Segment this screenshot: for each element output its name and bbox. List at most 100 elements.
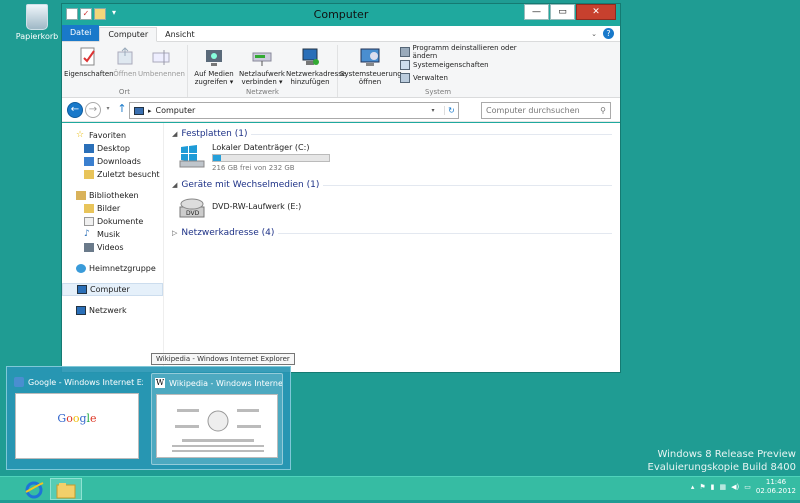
explorer-window: ✓ ▾ Computer — ▭ ✕ Datei Computer Ansich… [61,3,621,373]
tab-view[interactable]: Ansicht [157,28,203,41]
drive-e-name: DVD-RW-Laufwerk (E:) [212,202,302,211]
ie-favicon-icon [14,377,24,387]
rename-icon [150,46,172,68]
taskbar-thumbnail-flyout: Google - Windows Internet Expl... Google… [6,366,291,470]
breadcrumb-separator-icon[interactable]: ▸ [148,107,152,115]
network-drive-icon [251,46,273,68]
collapse-arrow-icon[interactable]: ◢ [172,181,177,189]
nav-downloads-label: Downloads [97,157,141,166]
clock-time: 11:46 [765,478,787,486]
nav-libraries[interactable]: Bibliotheken [62,189,163,202]
recent-locations-icon[interactable]: ▾ [104,102,112,118]
videos-icon [84,243,94,252]
nav-documents[interactable]: Dokumente [62,215,163,228]
nav-network[interactable]: Netzwerk [62,304,163,317]
action-center-flag-icon[interactable]: ⚑ [699,483,705,491]
nav-favorites[interactable]: ☆ Favoriten [62,129,163,142]
expand-arrow-icon[interactable]: ▷ [172,229,177,237]
nav-desktop[interactable]: Desktop [62,142,163,155]
svg-text:DVD: DVD [186,210,200,217]
nav-downloads[interactable]: Downloads [62,155,163,168]
search-icon[interactable]: ⚲ [600,106,606,115]
build-watermark: Windows 8 Release Preview Evaluierungsko… [648,448,797,474]
title-bar[interactable]: ✓ ▾ Computer — ▭ ✕ [62,4,620,26]
network-tray-icon[interactable]: ▦ [720,483,727,491]
search-input[interactable]: Computer durchsuchen ⚲ [481,102,611,119]
map-drive-label-2: verbinden ▾ [241,78,283,86]
ribbon-group-system: Systemsteuerung öffnen Programm deinstal… [338,44,538,97]
clock[interactable]: 11:46 02.06.2012 [756,478,796,496]
nav-recent[interactable]: Zuletzt besucht [62,168,163,181]
group-hard-disks[interactable]: ◢ Festplatten (1) [172,129,612,139]
collapse-arrow-icon[interactable]: ◢ [172,130,177,138]
group-removable-label: Geräte mit Wechselmedien (1) [181,180,320,190]
address-bar[interactable]: ▸ Computer ▾ ↻ [129,102,459,119]
address-dropdown-icon[interactable]: ▾ [426,107,440,114]
device-icon[interactable]: ▮ [711,483,715,491]
nav-documents-label: Dokumente [97,217,144,226]
nav-desktop-label: Desktop [97,144,130,153]
watermark-line2: Evaluierungskopie Build 8400 [647,462,797,473]
ribbon-expand-icon[interactable]: ⌄ [591,30,597,38]
nav-pictures[interactable]: Bilder [62,202,163,215]
breadcrumb-computer[interactable]: Computer [156,106,196,115]
nav-homegroup-label: Heimnetzgruppe [89,264,156,273]
ribbon-group-label-network: Netzwerk [246,88,279,96]
system-properties-button[interactable]: Systemeigenschaften [400,59,536,71]
back-button[interactable]: ← [67,102,83,118]
thumbnail-google[interactable]: Google - Windows Internet Expl... Google [11,373,143,465]
control-panel-label: Systemsteuerung [340,70,402,78]
manage-icon [400,73,410,83]
system-tray: ▴ ⚑ ▮ ▦ ◀) ▭ 11:46 02.06.2012 [691,478,796,496]
open-icon [114,46,136,68]
recycle-bin[interactable]: Papierkorb [14,4,60,41]
volume-icon[interactable]: ◀) [731,483,739,491]
group-network-locations-label: Netzwerkadresse (4) [181,228,275,238]
nav-music-label: Musik [97,230,120,239]
nav-homegroup[interactable]: Heimnetzgruppe [62,262,163,275]
close-button[interactable]: ✕ [576,4,616,20]
taskbar-explorer-button[interactable] [50,478,82,500]
uninstall-program-button[interactable]: Programm deinstallieren oder ändern [400,44,536,60]
group-hard-disks-label: Festplatten (1) [181,129,248,139]
ribbon-group-location: Eigenschaften Öffnen Umbenennen Ort [62,45,188,97]
nav-videos[interactable]: Videos [62,241,163,254]
taskbar-ie-button[interactable] [18,478,50,500]
documents-icon [84,217,94,226]
group-removable[interactable]: ◢ Geräte mit Wechselmedien (1) [172,180,612,190]
keyboard-icon[interactable]: ▭ [744,483,751,491]
dvd-drive-icon: DVD [178,194,206,220]
tab-computer[interactable]: Computer [99,27,158,42]
maximize-button[interactable]: ▭ [550,4,575,20]
taskbar: ▴ ⚑ ▮ ▦ ◀) ▭ 11:46 02.06.2012 [0,476,800,500]
nav-computer[interactable]: Computer [62,283,163,296]
drive-c-free-space: 216 GB frei von 232 GB [212,164,295,172]
properties-label: Eigenschaften [64,70,114,78]
thumbnail-google-preview: Google [15,393,139,459]
group-network-locations[interactable]: ▷ Netzwerkadresse (4) [172,228,612,238]
nav-music[interactable]: ♪ Musik [62,228,163,241]
thumbnail-wikipedia-title: Wikipedia - Windows Internet E... [169,378,282,388]
content-pane: ◢ Festplatten (1) Lokaler Datenträger (C… [164,123,620,372]
refresh-icon[interactable]: ↻ [444,106,458,115]
properties-icon [77,46,99,68]
tab-file[interactable]: Datei [62,25,100,41]
recent-places-icon [84,170,94,179]
thumbnail-wikipedia[interactable]: W Wikipedia - Windows Internet E... [151,373,283,465]
wikipedia-favicon-icon: W [155,378,165,388]
drive-c[interactable]: Lokaler Datenträger (C:) 216 GB frei von… [178,143,612,172]
system-properties-icon [400,60,410,70]
drive-e[interactable]: DVD DVD-RW-Laufwerk (E:) [178,194,612,220]
google-logo: Google [57,412,97,425]
search-placeholder: Computer durchsuchen [486,106,580,115]
up-button[interactable]: ↑ [114,102,130,118]
ribbon-tabs: Datei Computer Ansicht ⌄ ? [62,25,620,42]
forward-button[interactable]: → [85,102,101,118]
minimize-button[interactable]: — [524,4,549,20]
pictures-icon [84,204,94,213]
help-icon[interactable]: ? [603,28,614,39]
add-network-label-2: hinzufügen [290,78,330,86]
show-hidden-icons-icon[interactable]: ▴ [691,483,695,491]
manage-button[interactable]: Verwalten [400,72,536,84]
access-media-label: Auf Medien [194,70,234,78]
